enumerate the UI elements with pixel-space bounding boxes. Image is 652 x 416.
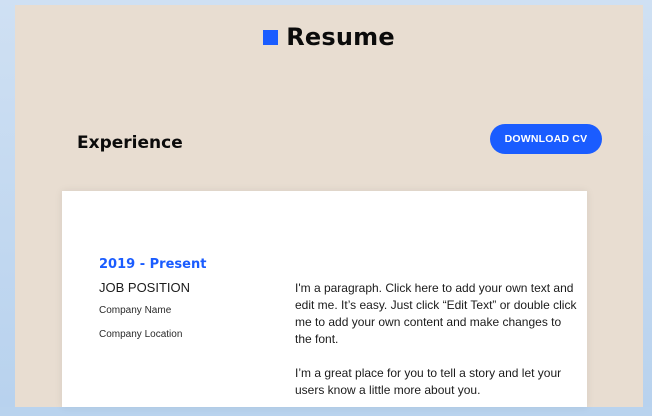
experience-card: 2019 - Present JOB POSITION Company Name… xyxy=(62,191,587,407)
company-location: Company Location xyxy=(99,329,183,340)
page-title: Resume xyxy=(15,23,643,51)
experience-description: I'm a paragraph. Click here to add your … xyxy=(295,280,580,416)
download-cv-button[interactable]: DOWNLOAD CV xyxy=(490,124,602,154)
experience-period: 2019 - Present xyxy=(99,257,207,272)
description-paragraph-2: I’m a great place for you to tell a stor… xyxy=(295,366,562,397)
job-position: JOB POSITION xyxy=(99,280,191,295)
section-title: Experience xyxy=(77,133,183,153)
description-paragraph-1: I'm a paragraph. Click here to add your … xyxy=(295,281,577,346)
square-logo-icon xyxy=(263,29,279,45)
page-title-text: Resume xyxy=(286,23,395,51)
company-name: Company Name xyxy=(99,305,172,316)
